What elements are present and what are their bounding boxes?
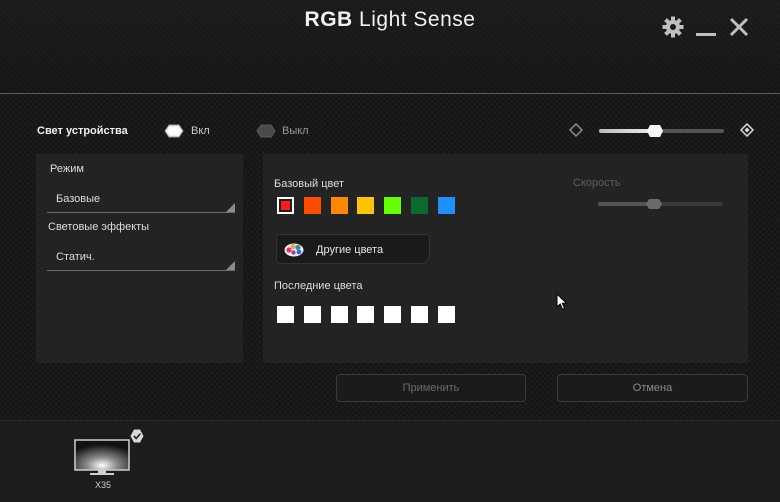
base-color-label: Базовый цвет [274, 178, 345, 190]
close-icon[interactable] [728, 15, 750, 39]
dropdown-arrow-icon [226, 261, 235, 270]
speed-slider-thumb[interactable] [645, 197, 663, 211]
device-light-label: Свет устройства [37, 125, 128, 137]
light-on-label[interactable]: Вкл [191, 125, 210, 137]
selected-check-icon [130, 429, 144, 443]
other-colors-label: Другие цвета [316, 244, 384, 256]
brightness-slider-thumb[interactable] [646, 124, 664, 138]
recent-color-swatch[interactable] [331, 306, 348, 323]
mouse-pointer-icon [556, 292, 568, 311]
light-off-radio-icon[interactable] [256, 124, 276, 138]
recent-color-swatch[interactable] [277, 306, 294, 323]
base-color-swatch-fill [281, 201, 290, 210]
light-effects-label: Световые эффекты [48, 221, 150, 233]
device-name: X35 [94, 480, 111, 490]
light-effects-dropdown-value: Статич. [56, 251, 95, 263]
recent-color-swatch[interactable] [438, 306, 455, 323]
light-off-label[interactable]: Выкл [282, 125, 309, 137]
base-color-swatch[interactable] [304, 197, 321, 214]
dropdown-arrow-icon [226, 203, 235, 212]
light-effects-dropdown[interactable]: Статич. [47, 244, 235, 271]
base-color-swatch[interactable] [277, 197, 294, 214]
base-color-swatch[interactable] [411, 197, 428, 214]
mode-dropdown[interactable]: Базовые [47, 186, 235, 213]
cancel-button[interactable]: Отмена [557, 374, 748, 402]
base-color-swatch[interactable] [357, 197, 374, 214]
recent-color-swatch[interactable] [384, 306, 401, 323]
base-color-swatch[interactable] [331, 197, 348, 214]
speed-label: Скорость [573, 177, 621, 189]
mode-dropdown-value: Базовые [56, 193, 101, 205]
gear-icon[interactable] [661, 15, 685, 39]
monitor-icon[interactable] [74, 438, 130, 476]
recent-color-swatch[interactable] [411, 306, 428, 323]
minimize-icon[interactable] [695, 15, 717, 39]
apply-button[interactable]: Применить [336, 374, 526, 402]
recent-colors-label: Последние цвета [274, 280, 363, 292]
header-divider [0, 93, 780, 94]
brightness-high-icon [739, 122, 755, 138]
recent-color-swatch[interactable] [304, 306, 321, 323]
light-on-radio-icon[interactable] [164, 124, 184, 138]
other-colors-button[interactable]: Другие цвета [276, 234, 430, 264]
brightness-low-icon [568, 122, 584, 138]
mode-label: Режим [50, 163, 84, 175]
palette-icon [284, 241, 304, 257]
base-color-swatch[interactable] [438, 197, 455, 214]
base-color-swatch[interactable] [384, 197, 401, 214]
recent-color-swatch[interactable] [357, 306, 374, 323]
